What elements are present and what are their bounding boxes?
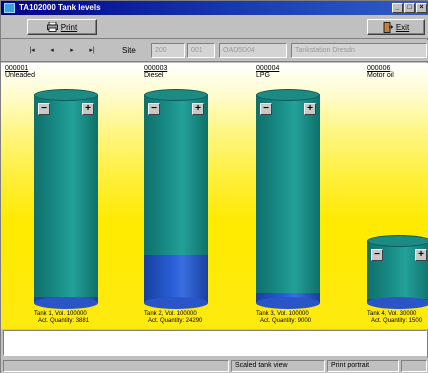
title-bar[interactable]: TA102000 Tank levels _ □ × bbox=[1, 1, 428, 15]
tank-header: 000006 Motor oil bbox=[367, 65, 394, 79]
tank-top bbox=[34, 89, 98, 101]
tank-bottom bbox=[367, 297, 428, 309]
tank-quantity-label: Act. Quantity: 24290 bbox=[148, 318, 203, 324]
first-record-button[interactable]: |◂ bbox=[25, 45, 39, 57]
last-record-button[interactable]: ▸| bbox=[85, 45, 99, 57]
tank-body bbox=[256, 95, 320, 303]
tank-header: 000003 Diesel bbox=[144, 65, 167, 79]
tank-quantity-label: Act. Quantity: 3881 bbox=[38, 318, 90, 324]
previous-record-button[interactable]: ◂ bbox=[45, 45, 59, 57]
printer-icon bbox=[46, 22, 58, 32]
tank-product-name: Diesel bbox=[144, 72, 164, 79]
site-name-field[interactable]: Tankstation Dresdn bbox=[291, 43, 427, 58]
status-bar: Scaled tank view Print portrait bbox=[1, 358, 428, 373]
maximize-button[interactable]: □ bbox=[404, 3, 415, 13]
tank-product-id: 000001 bbox=[5, 65, 29, 72]
next-record-button[interactable]: ▸ bbox=[65, 45, 79, 57]
tank-quantity-label: Act. Quantity: 9000 bbox=[260, 318, 312, 324]
tank-volume-label: Tank 3, Vol. 100000 bbox=[256, 311, 309, 317]
tank-top bbox=[144, 89, 208, 101]
tank-cylinder: − + bbox=[144, 89, 208, 309]
tank-product-id: 000006 bbox=[367, 65, 391, 72]
status-cell-main bbox=[3, 360, 229, 372]
tank-view-area: 000001 Unleaded − + Tank 1, Vol. 100000 Act. … bbox=[1, 63, 428, 329]
minimize-button[interactable]: _ bbox=[392, 3, 403, 13]
tank-quantity-label: Act. Quantity: 1500 bbox=[371, 318, 423, 324]
site-id-field[interactable]: OAD5D04 bbox=[219, 43, 287, 58]
window-title: TA102000 Tank levels bbox=[19, 3, 101, 12]
tank-bottom bbox=[256, 297, 320, 309]
site-label: Site bbox=[122, 46, 136, 55]
tank-product-name: Motor oil bbox=[367, 72, 394, 79]
close-button[interactable]: × bbox=[416, 3, 427, 13]
message-bar bbox=[3, 330, 427, 356]
site-subcode-field[interactable]: 001 bbox=[187, 43, 215, 58]
site-code-field[interactable]: 200 bbox=[151, 43, 185, 58]
tank-product-name: Unleaded bbox=[5, 72, 35, 79]
exit-button[interactable]: Exit bbox=[367, 19, 425, 35]
main-toolbar: Print Exit bbox=[1, 15, 428, 39]
tank-levels-window: TA102000 Tank levels _ □ × Print Exit |◂… bbox=[0, 0, 428, 373]
navigation-toolbar: |◂ ◂ ▸ ▸| Site 200 001 OAD5D04 Tankstati… bbox=[1, 40, 428, 62]
tank-fill-level bbox=[144, 255, 208, 303]
increase-level-button[interactable]: + bbox=[82, 103, 94, 115]
tank-cylinder: − + bbox=[256, 89, 320, 309]
decrease-level-button[interactable]: − bbox=[38, 103, 50, 115]
print-button[interactable]: Print bbox=[27, 19, 97, 35]
increase-level-button[interactable]: + bbox=[415, 249, 427, 261]
increase-level-button[interactable]: + bbox=[192, 103, 204, 115]
tank-cylinder: − + bbox=[34, 89, 98, 309]
tank-volume-label: Tank 4, Vol. 30000 bbox=[367, 311, 417, 317]
exit-door-icon bbox=[383, 21, 393, 33]
tank-top bbox=[256, 89, 320, 101]
tank-bottom bbox=[34, 297, 98, 309]
tank-product-id: 000003 bbox=[144, 65, 168, 72]
tank-bottom bbox=[144, 297, 208, 309]
status-cell-print-mode: Print portrait bbox=[327, 360, 399, 372]
tank-product-name: LPG bbox=[256, 72, 271, 79]
tank-volume-label: Tank 2, Vol. 100000 bbox=[144, 311, 197, 317]
increase-level-button[interactable]: + bbox=[304, 103, 316, 115]
tank-header: 000001 Unleaded bbox=[5, 65, 35, 79]
status-cell-extra bbox=[401, 360, 427, 372]
print-label: Print bbox=[60, 22, 78, 32]
tank-body bbox=[34, 95, 98, 303]
status-cell-view-mode: Scaled tank view bbox=[231, 360, 325, 372]
tank-product-id: 000004 bbox=[256, 65, 280, 72]
tank-volume-label: Tank 1, Vol. 100000 bbox=[34, 311, 87, 317]
decrease-level-button[interactable]: − bbox=[260, 103, 272, 115]
exit-label: Exit bbox=[395, 22, 410, 32]
tank-header: 000004 LPG bbox=[256, 65, 279, 79]
tank-top bbox=[367, 235, 428, 247]
app-icon bbox=[4, 3, 15, 13]
decrease-level-button[interactable]: − bbox=[148, 103, 160, 115]
tank-cylinder: − + bbox=[367, 235, 428, 309]
decrease-level-button[interactable]: − bbox=[371, 249, 383, 261]
